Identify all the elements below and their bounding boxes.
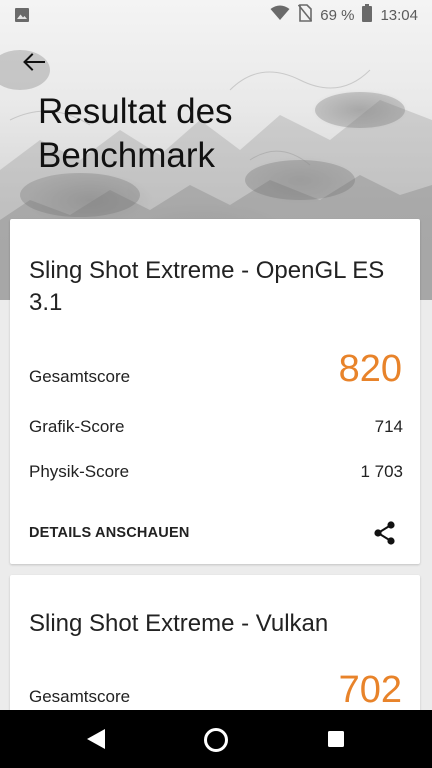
overall-score-value: 820 — [338, 348, 402, 390]
overall-score-label: Gesamtscore — [29, 367, 131, 386]
overall-score-label: Gesamtscore — [29, 687, 131, 706]
page-title: Resultat des Benchmark — [38, 92, 233, 175]
graphics-score-label: Grafik-Score — [29, 417, 125, 436]
image-icon — [14, 7, 30, 27]
arrow-left-icon — [23, 53, 45, 71]
recents-square-icon[interactable] — [327, 730, 345, 753]
card-title: Sling Shot Extreme - OpenGL ES 3.1 — [29, 257, 385, 316]
status-bar: 69 % 13:04 — [0, 0, 432, 30]
physics-score-label: Physik-Score — [29, 462, 130, 481]
back-triangle-icon[interactable] — [86, 728, 106, 755]
home-circle-icon[interactable] — [203, 727, 229, 758]
back-button[interactable] — [18, 48, 50, 76]
share-button[interactable] — [372, 520, 398, 546]
card-title: Sling Shot Extreme - Vulkan — [29, 610, 329, 637]
share-icon — [374, 521, 395, 545]
view-details-button[interactable]: DETAILS ANSCHAUEN — [29, 525, 190, 541]
navigation-bar — [0, 710, 432, 768]
no-sim-icon — [298, 4, 313, 26]
result-card-opengl: Sling Shot Extreme - OpenGL ES 3.1 Gesam… — [10, 219, 420, 564]
battery-percent: 69 % — [320, 6, 355, 24]
clock: 13:04 — [380, 6, 418, 24]
physics-score-value: 1 703 — [360, 462, 403, 481]
graphics-score-value: 714 — [374, 417, 403, 436]
battery-icon — [362, 4, 373, 26]
wifi-icon — [270, 5, 290, 25]
overall-score-value: 702 — [338, 669, 402, 711]
